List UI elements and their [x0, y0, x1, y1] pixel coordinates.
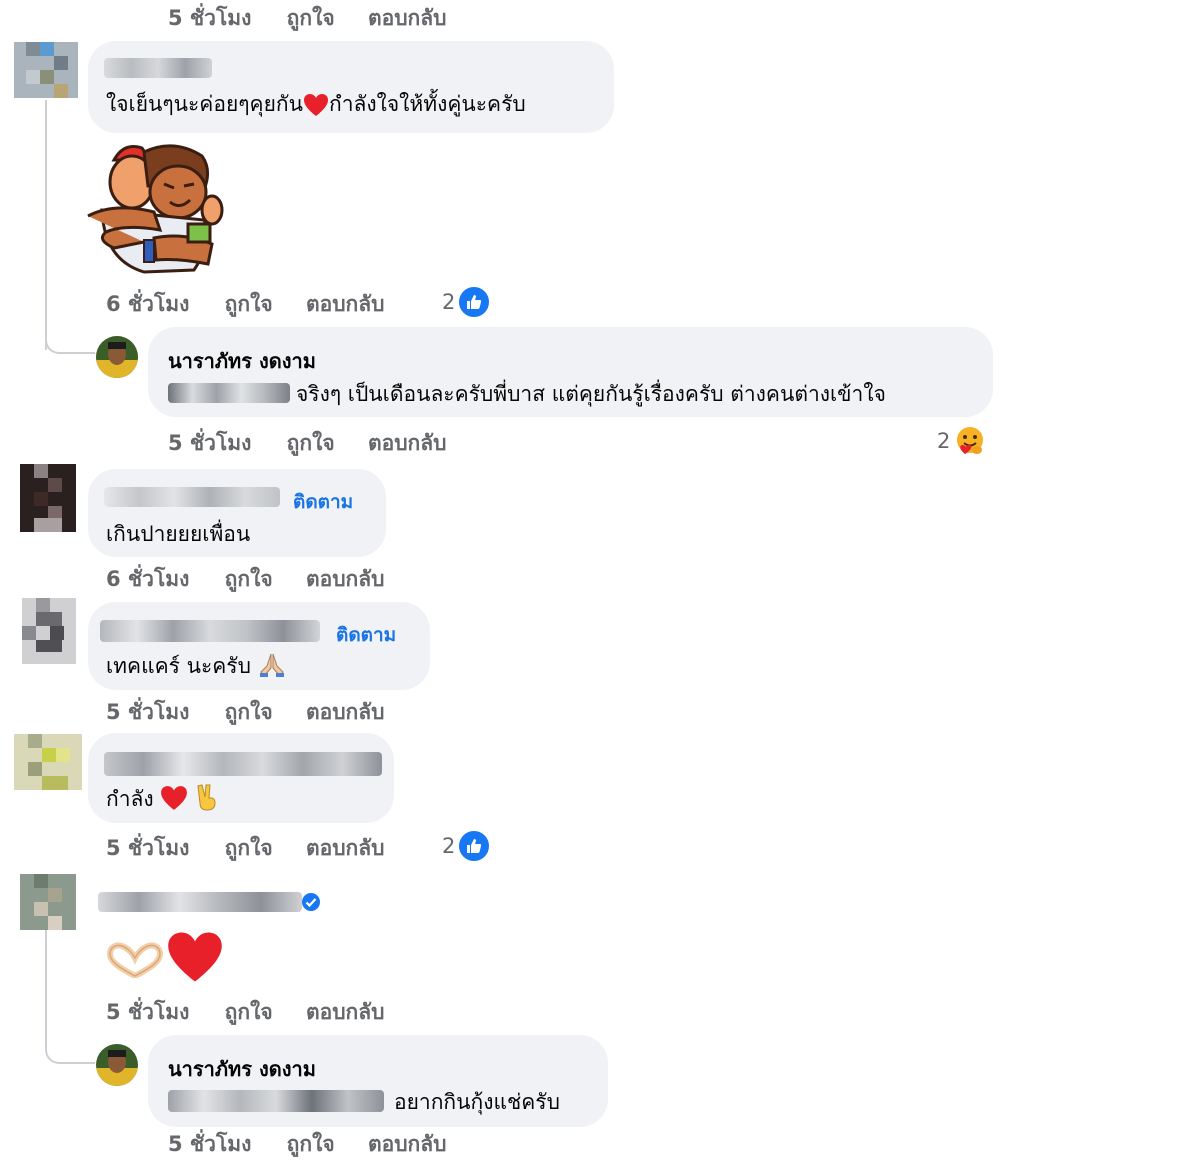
- praying-hands-icon: [258, 652, 286, 678]
- like-thumb-icon: [457, 285, 491, 319]
- mentioned-name[interactable]: [168, 1090, 384, 1112]
- reply-text: อยากกินกุ้งแช่ครับ: [394, 1090, 560, 1114]
- timestamp[interactable]: 5 ชั่วโมง: [106, 700, 189, 724]
- avatar[interactable]: [96, 336, 138, 378]
- reply-button[interactable]: ตอบกลับ: [306, 292, 385, 316]
- avatar[interactable]: [20, 874, 76, 930]
- reply-text: จริงๆ เป็นเดือนละครับพี่บาส แต่คุยกันรู้…: [296, 382, 886, 406]
- timestamp[interactable]: 5 ชั่วโมง: [168, 6, 251, 30]
- comment-actions: 5 ชั่วโมง ถูกใจ ตอบกลับ: [106, 696, 410, 729]
- like-button[interactable]: ถูกใจ: [287, 431, 335, 455]
- timestamp[interactable]: 5 ชั่วโมง: [106, 836, 189, 860]
- thread-connector: [45, 300, 95, 354]
- commenter-name[interactable]: นาราภัทร งดงาม: [168, 1053, 316, 1085]
- reply-button[interactable]: ตอบกลับ: [306, 836, 385, 860]
- reply-button[interactable]: ตอบกลับ: [306, 567, 385, 591]
- follow-button[interactable]: ติดตาม: [293, 487, 353, 517]
- like-button[interactable]: ถูกใจ: [225, 567, 273, 591]
- comment-text: เทคแคร์ นะครับ: [106, 650, 286, 683]
- victory-hand-icon: [195, 783, 219, 811]
- hug-sticker[interactable]: [84, 140, 226, 276]
- heart-icon: [160, 785, 188, 811]
- comment-actions: 5 ชั่วโมง ถูกใจ ตอบกลับ: [106, 832, 410, 865]
- reply-button[interactable]: ตอบกลับ: [368, 431, 447, 455]
- verified-badge-icon: [301, 892, 321, 912]
- like-thumb-icon: [457, 829, 491, 863]
- like-button[interactable]: ถูกใจ: [225, 700, 273, 724]
- comment-text: กำลัง: [106, 783, 219, 816]
- comment-text: ใจเย็นๆนะค่อยๆคุยกัน กำลังใจให้ทั้งคู่นะค…: [106, 92, 526, 117]
- comment-actions: 5 ชั่วโมง ถูกใจ ตอบกลับ: [106, 996, 410, 1029]
- like-button[interactable]: ถูกใจ: [287, 1132, 335, 1156]
- timestamp[interactable]: 6 ชั่วโมง: [106, 292, 189, 316]
- avatar[interactable]: [96, 1044, 138, 1086]
- avatar[interactable]: [14, 42, 78, 98]
- blurred-name[interactable]: [98, 892, 302, 912]
- like-button[interactable]: ถูกใจ: [287, 6, 335, 30]
- comment-actions: 5 ชั่วโมง ถูกใจ ตอบกลับ: [168, 1128, 472, 1161]
- care-reaction-icon: [953, 424, 987, 458]
- reaction-count[interactable]: 2: [937, 429, 950, 453]
- heart-icon: [303, 92, 329, 117]
- like-button[interactable]: ถูกใจ: [225, 836, 273, 860]
- reply-button[interactable]: ตอบกลับ: [368, 1132, 447, 1156]
- blurred-name[interactable]: [100, 620, 320, 642]
- timestamp[interactable]: 5 ชั่วโมง: [168, 1132, 251, 1156]
- like-button[interactable]: ถูกใจ: [225, 1000, 273, 1024]
- avatar[interactable]: [22, 598, 76, 664]
- reply-button[interactable]: ตอบกลับ: [306, 700, 385, 724]
- mentioned-name[interactable]: [168, 383, 290, 403]
- timestamp[interactable]: 5 ชั่วโมง: [168, 431, 251, 455]
- blurred-name[interactable]: [104, 487, 280, 507]
- avatar[interactable]: [14, 734, 82, 790]
- comment-actions: 6 ชั่วโมง ถูกใจ ตอบกลับ: [106, 288, 410, 321]
- comment-text: เกินปายยยเพื่อน: [106, 522, 251, 546]
- comment-emoji: [106, 930, 230, 984]
- heart-icon: [166, 930, 224, 988]
- blurred-name[interactable]: [104, 58, 212, 78]
- timestamp[interactable]: 5 ชั่วโมง: [106, 1000, 189, 1024]
- comment-actions: 5 ชั่วโมง ถูกใจ ตอบกลับ: [168, 427, 472, 460]
- avatar[interactable]: [20, 464, 76, 532]
- reply-button[interactable]: ตอบกลับ: [306, 1000, 385, 1024]
- blurred-name[interactable]: [104, 752, 382, 776]
- comment-actions: 6 ชั่วโมง ถูกใจ ตอบกลับ: [106, 563, 410, 596]
- thread-connector: [45, 1010, 95, 1064]
- comment-actions: 5 ชั่วโมง ถูกใจ ตอบกลับ: [168, 2, 472, 35]
- follow-button[interactable]: ติดตาม: [336, 620, 396, 650]
- hand-heart-icon: [106, 942, 164, 982]
- commenter-name[interactable]: นาราภัทร งดงาม: [168, 345, 316, 377]
- reaction-count[interactable]: 2: [442, 834, 455, 858]
- reaction-count[interactable]: 2: [442, 290, 455, 314]
- reply-button[interactable]: ตอบกลับ: [368, 6, 447, 30]
- like-button[interactable]: ถูกใจ: [225, 292, 273, 316]
- thread-line: [45, 930, 47, 1014]
- timestamp[interactable]: 6 ชั่วโมง: [106, 567, 189, 591]
